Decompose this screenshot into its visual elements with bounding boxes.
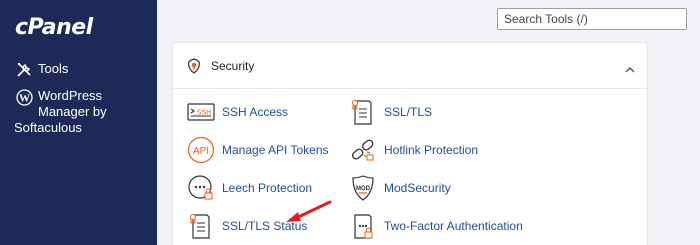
ssl-status-icon [186, 211, 216, 241]
wp-label-line2: Manager by [38, 104, 107, 119]
wp-label-line1: WordPress [38, 88, 103, 103]
search-tools-input[interactable] [497, 8, 687, 30]
tool-label: SSH Access [222, 105, 289, 119]
hotlink-chain-icon [348, 135, 378, 165]
tool-label: Two-Factor Authentication [384, 219, 523, 233]
sidebar-item-tools[interactable]: Tools [14, 61, 68, 79]
tool-hotlink-protection[interactable]: Hotlink Protection [348, 135, 478, 165]
tool-label: ModSecurity [384, 181, 451, 195]
ssh-badge-text: SSH [197, 110, 211, 117]
mod-badge-text: MOD [356, 186, 371, 192]
security-panel-header[interactable]: Security [173, 43, 647, 89]
tool-label: SSL/TLS [384, 105, 433, 119]
cpanel-logo[interactable]: cPanel [15, 15, 93, 40]
svg-text:W: W [19, 92, 30, 104]
tools-icon [14, 61, 34, 79]
section-title: Security [211, 59, 255, 73]
two-factor-icon [348, 211, 378, 241]
api-badge-text: API [193, 146, 209, 157]
sidebar-item-wordpress-manager[interactable]: W WordPress Manager by Softaculous [14, 88, 138, 136]
api-icon: API [186, 135, 216, 165]
ssh-icon: SSH [186, 97, 216, 127]
ssl-certificate-icon [348, 97, 378, 127]
tool-label: Manage API Tokens [222, 143, 329, 157]
tool-label: Hotlink Protection [384, 143, 479, 157]
chevron-up-icon[interactable] [625, 61, 635, 73]
sidebar: cPanel Tools W WordPress Manager by Soft… [0, 0, 157, 245]
sidebar-item-label: Tools [38, 61, 69, 76]
wordpress-icon: W [14, 88, 34, 106]
tool-ssl-tls[interactable]: SSL/TLS [348, 97, 432, 127]
wp-label-line3: Softaculous [14, 120, 82, 135]
security-shield-icon [187, 58, 201, 74]
tool-label: SSL/TLS Status [222, 219, 308, 233]
tool-two-factor-authentication[interactable]: Two-Factor Authentication [348, 211, 523, 241]
tool-ssh-access[interactable]: SSH SSH Access [186, 97, 288, 127]
leech-protection-icon [186, 173, 216, 203]
tool-modsecurity[interactable]: MOD ModSecurity [348, 173, 451, 203]
tool-ssl-tls-status[interactable]: SSL/TLS Status [186, 211, 307, 241]
tool-label: Leech Protection [222, 181, 313, 195]
sidebar-item-label: WordPress Manager by Softaculous [14, 88, 138, 136]
tool-leech-protection[interactable]: Leech Protection [186, 173, 312, 203]
tool-manage-api-tokens[interactable]: API Manage API Tokens [186, 135, 329, 165]
security-panel: Security SSH SSH Access SSL/TLS API Mana… [172, 42, 648, 245]
modsecurity-icon: MOD [348, 173, 378, 203]
